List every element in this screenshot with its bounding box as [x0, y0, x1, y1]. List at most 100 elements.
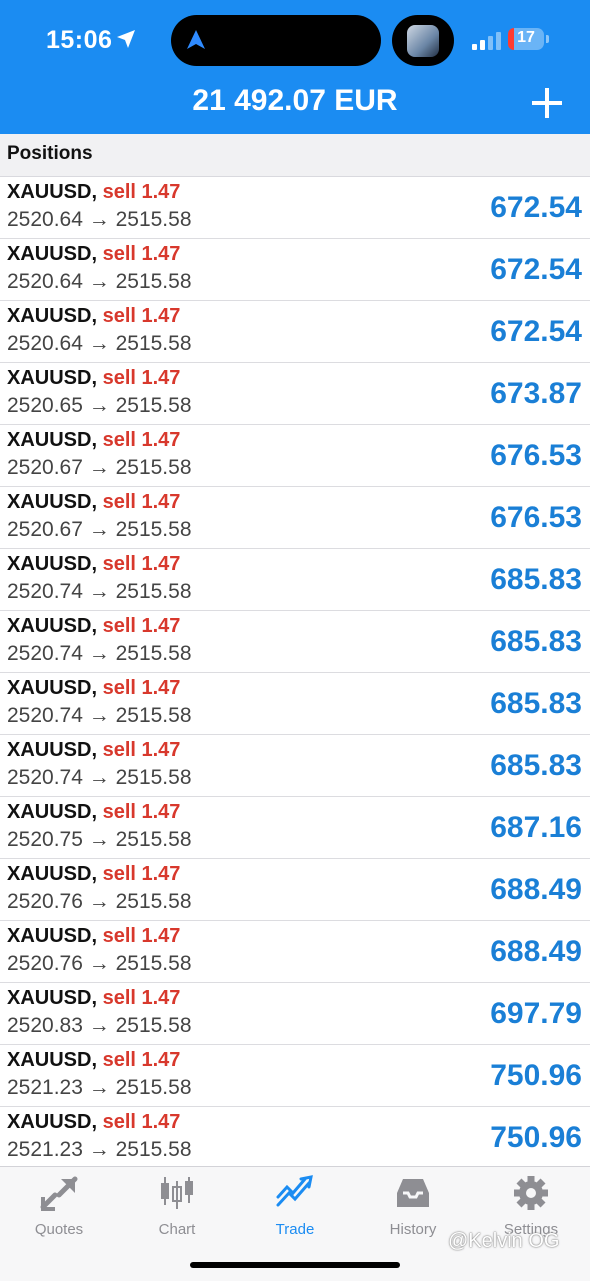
position-symbol: XAUUSD — [7, 801, 92, 823]
open-price: 2520.76 — [7, 952, 83, 975]
position-prices: 2520.74 → 2515.58 — [7, 580, 192, 604]
position-symbol: XAUUSD — [7, 677, 92, 699]
position-side: sell 1.47 — [102, 1049, 181, 1071]
current-price: 2515.58 — [115, 1138, 192, 1161]
position-profit: 673.87 — [490, 377, 582, 410]
position-row[interactable]: XAUUSD, sell 1.47 2521.23 → 2515.58 750.96 — [0, 1045, 590, 1107]
position-symbol-line: XAUUSD, sell 1.47 — [7, 1111, 180, 1134]
position-symbol-line: XAUUSD, sell 1.47 — [7, 491, 180, 514]
position-symbol: XAUUSD — [7, 739, 92, 761]
arrow-right-icon: → — [82, 890, 116, 913]
position-row[interactable]: XAUUSD, sell 1.47 2520.64 → 2515.58 672.54 — [0, 239, 590, 301]
navigation-arrow-icon — [187, 30, 205, 49]
tab-chart[interactable]: Chart — [118, 1175, 236, 1238]
position-row[interactable]: XAUUSD, sell 1.47 2520.75 → 2515.58 687.16 — [0, 797, 590, 859]
symbol-separator: , — [91, 801, 103, 823]
position-row[interactable]: XAUUSD, sell 1.47 2520.76 → 2515.58 688.49 — [0, 921, 590, 983]
gear-icon — [514, 1176, 548, 1210]
cellular-signal-icon — [472, 32, 501, 50]
position-symbol-line: XAUUSD, sell 1.47 — [7, 677, 180, 700]
symbol-separator: , — [91, 863, 103, 885]
arrow-right-icon: → — [82, 1014, 116, 1037]
position-symbol: XAUUSD — [7, 553, 92, 575]
position-row[interactable]: XAUUSD, sell 1.47 2520.67 → 2515.58 676.53 — [0, 425, 590, 487]
position-profit: 672.54 — [490, 191, 582, 224]
position-side: sell 1.47 — [102, 1111, 181, 1133]
symbol-separator: , — [91, 677, 103, 699]
position-side: sell 1.47 — [102, 181, 181, 203]
tab-label: Quotes — [34, 1221, 84, 1238]
current-price: 2515.58 — [115, 890, 192, 913]
symbol-separator: , — [91, 181, 103, 203]
position-row[interactable]: XAUUSD, sell 1.47 2520.74 → 2515.58 685.83 — [0, 673, 590, 735]
position-symbol-line: XAUUSD, sell 1.47 — [7, 243, 180, 266]
position-profit: 685.83 — [490, 749, 582, 782]
position-prices: 2520.74 → 2515.58 — [7, 766, 192, 790]
position-symbol: XAUUSD — [7, 243, 92, 265]
position-prices: 2520.76 → 2515.58 — [7, 952, 192, 976]
position-symbol: XAUUSD — [7, 491, 92, 513]
position-profit: 676.53 — [490, 439, 582, 472]
position-symbol-line: XAUUSD, sell 1.47 — [7, 615, 180, 638]
open-price: 2521.23 — [7, 1076, 83, 1099]
candlestick-chart-icon — [161, 1177, 193, 1209]
position-symbol-line: XAUUSD, sell 1.47 — [7, 367, 180, 390]
position-side: sell 1.47 — [102, 429, 181, 451]
position-symbol-line: XAUUSD, sell 1.47 — [7, 739, 180, 762]
position-symbol-line: XAUUSD, sell 1.47 — [7, 987, 180, 1010]
position-row[interactable]: XAUUSD, sell 1.47 2520.74 → 2515.58 685.83 — [0, 611, 590, 673]
open-price: 2520.74 — [7, 704, 83, 727]
position-row[interactable]: XAUUSD, sell 1.47 2520.83 → 2515.58 697.79 — [0, 983, 590, 1045]
symbol-separator: , — [91, 243, 103, 265]
position-row[interactable]: XAUUSD, sell 1.47 2520.65 → 2515.58 673.87 — [0, 363, 590, 425]
tab-trade[interactable]: Trade — [236, 1175, 354, 1238]
arrow-right-icon: → — [82, 1076, 116, 1099]
position-row[interactable]: XAUUSD, sell 1.47 2521.23 → 2515.58 750.96 — [0, 1107, 590, 1169]
current-price: 2515.58 — [115, 394, 192, 417]
position-row[interactable]: XAUUSD, sell 1.47 2520.64 → 2515.58 672.54 — [0, 177, 590, 239]
home-indicator[interactable] — [190, 1262, 400, 1268]
position-prices: 2521.23 → 2515.58 — [7, 1138, 192, 1162]
tab-quotes[interactable]: Quotes — [0, 1175, 118, 1238]
position-prices: 2520.67 → 2515.58 — [7, 456, 192, 480]
positions-list: XAUUSD, sell 1.47 2520.64 → 2515.58 672.54… — [0, 177, 590, 1169]
position-side: sell 1.47 — [102, 553, 181, 575]
open-price: 2520.74 — [7, 580, 83, 603]
arrow-right-icon: → — [82, 642, 116, 665]
tab-history[interactable]: History — [354, 1175, 472, 1238]
history-tray-icon — [397, 1179, 429, 1207]
current-price: 2515.58 — [115, 704, 192, 727]
position-side: sell 1.47 — [102, 305, 181, 327]
symbol-separator: , — [91, 615, 103, 637]
watermark-text: @Kelvin OG — [448, 1230, 560, 1252]
position-symbol-line: XAUUSD, sell 1.47 — [7, 429, 180, 452]
position-row[interactable]: XAUUSD, sell 1.47 2520.67 → 2515.58 676.53 — [0, 487, 590, 549]
arrow-right-icon: → — [82, 580, 116, 603]
symbol-separator: , — [91, 987, 103, 1009]
open-price: 2520.83 — [7, 1014, 83, 1037]
symbol-separator: , — [91, 367, 103, 389]
position-symbol: XAUUSD — [7, 615, 92, 637]
open-price: 2520.67 — [7, 518, 83, 541]
position-row[interactable]: XAUUSD, sell 1.47 2520.74 → 2515.58 685.83 — [0, 549, 590, 611]
position-profit: 750.96 — [490, 1121, 582, 1154]
position-symbol-line: XAUUSD, sell 1.47 — [7, 863, 180, 886]
position-row[interactable]: XAUUSD, sell 1.47 2520.74 → 2515.58 685.83 — [0, 735, 590, 797]
current-price: 2515.58 — [115, 766, 192, 789]
add-order-button[interactable] — [530, 86, 564, 120]
current-price: 2515.58 — [115, 332, 192, 355]
open-price: 2520.64 — [7, 332, 83, 355]
top-header: 15:06 17 21 492.07 EUR — [0, 0, 590, 134]
current-price: 2515.58 — [115, 642, 192, 665]
tab-settings[interactable]: Settings — [472, 1175, 590, 1238]
position-row[interactable]: XAUUSD, sell 1.47 2520.76 → 2515.58 688.49 — [0, 859, 590, 921]
position-profit: 672.54 — [490, 253, 582, 286]
symbol-separator: , — [91, 925, 103, 947]
position-prices: 2520.83 → 2515.58 — [7, 1014, 192, 1038]
position-row[interactable]: XAUUSD, sell 1.47 2520.64 → 2515.58 672.54 — [0, 301, 590, 363]
current-price: 2515.58 — [115, 208, 192, 231]
location-arrow-icon — [117, 30, 135, 48]
symbol-separator: , — [91, 491, 103, 513]
position-symbol-line: XAUUSD, sell 1.47 — [7, 801, 180, 824]
open-price: 2520.75 — [7, 828, 83, 851]
